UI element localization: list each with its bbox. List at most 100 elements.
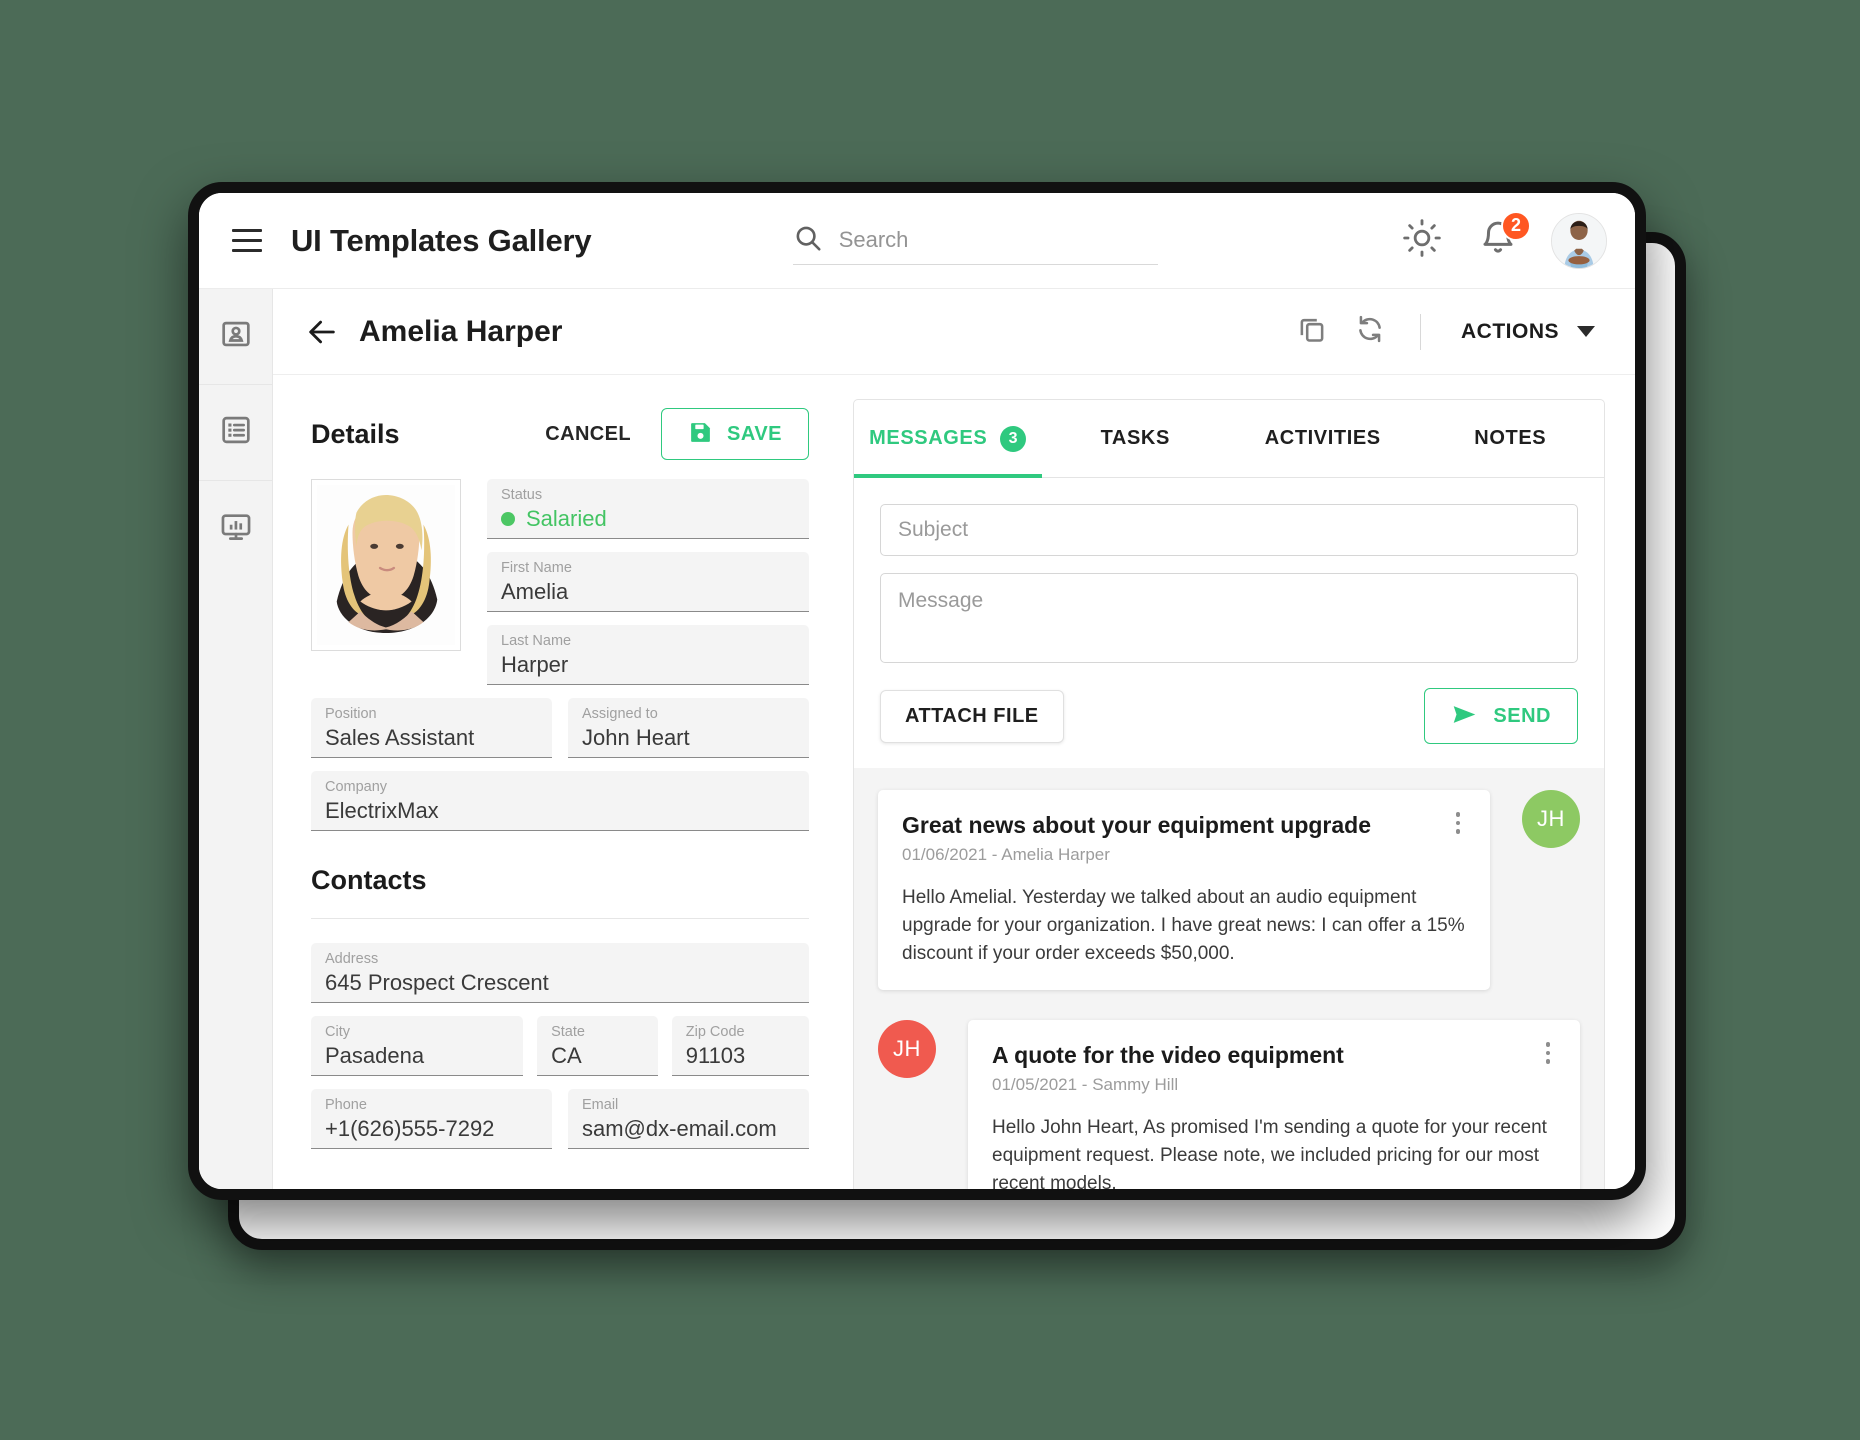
message-meta: 01/06/2021 - Amelia Harper — [902, 845, 1110, 864]
identity-row: Status Salaried First Name Amelia Last N… — [311, 479, 809, 685]
field-status-value-wrap: Salaried — [501, 504, 795, 533]
header-actions: 2 — [1359, 210, 1607, 269]
field-first-name-label: First Name — [501, 560, 572, 576]
send-button[interactable]: SEND — [1424, 688, 1578, 744]
message-avatar: JH — [1522, 790, 1580, 848]
tab-messages[interactable]: MESSAGES 3 — [854, 400, 1042, 478]
tab-bar: MESSAGES 3 TASKS ACTIVITIES NOTES — [854, 400, 1604, 478]
compose-area: ATTACH FILE SEND — [854, 478, 1604, 768]
message-body: Hello Amelial. Yesterday we talked about… — [902, 887, 1465, 964]
dashboard-monitor-icon — [219, 510, 253, 549]
messages-panel: MESSAGES 3 TASKS ACTIVITIES NOTES Subjec… — [839, 375, 1635, 1189]
field-position-label: Position — [325, 706, 377, 722]
message-body: Hello John Heart, As promised I'm sendin… — [992, 1117, 1547, 1189]
field-address-value: 645 Prospect Crescent — [325, 970, 549, 995]
city-state-zip-row: City Pasadena State CA Zip Code 91103 — [311, 1016, 809, 1076]
company-row: Company ElectrixMax — [311, 771, 809, 831]
save-label: SAVE — [727, 422, 782, 445]
app-screen: UI Templates Gallery Search 2 Amelia Har… — [199, 193, 1635, 1189]
chevron-down-icon — [1577, 326, 1595, 337]
copy-icon[interactable] — [1296, 313, 1328, 350]
field-status[interactable]: Status Salaried — [487, 479, 809, 539]
field-last-name[interactable]: Last Name Harper — [487, 625, 809, 685]
page-header: Amelia Harper ACTIONS — [273, 289, 1635, 375]
menu-icon[interactable] — [221, 215, 273, 267]
save-button[interactable]: SAVE — [661, 408, 809, 460]
cancel-button[interactable]: CANCEL — [529, 413, 647, 456]
field-zip-code-label: Zip Code — [685, 1024, 745, 1040]
field-address-label: Address — [325, 951, 379, 967]
sidebar-item-lists[interactable] — [199, 385, 272, 481]
field-first-name[interactable]: First Name Amelia — [487, 552, 809, 612]
screenshot-stage: UI Templates Gallery Search 2 Amelia Har… — [0, 0, 1860, 1440]
device-frame: UI Templates Gallery Search 2 Amelia Har… — [188, 182, 1646, 1200]
search-box[interactable] — [792, 217, 1158, 265]
field-last-name-label: Last Name — [501, 633, 572, 649]
attach-file-button[interactable]: ATTACH FILE — [880, 689, 1064, 743]
message-input[interactable] — [880, 573, 1578, 663]
page-content: Amelia Harper ACTIONS Details CANCEL SAV… — [273, 289, 1635, 1189]
tab-messages-label: MESSAGES — [869, 427, 988, 449]
message-avatar-initials: JH — [893, 1036, 921, 1061]
message-item: Great news about your equipment upgrade … — [878, 790, 1580, 990]
field-address[interactable]: Address 645 Prospect Crescent — [311, 943, 809, 1003]
contacts-divider — [311, 918, 809, 919]
sidebar-item-contacts[interactable] — [199, 289, 272, 385]
tab-tasks[interactable]: TASKS — [1042, 400, 1230, 477]
field-email-label: Email — [582, 1097, 619, 1113]
page-header-actions: ACTIONS — [1296, 312, 1601, 352]
message-header: A quote for the video equipment 01/05/20… — [992, 1040, 1558, 1095]
field-city-label: City — [325, 1024, 350, 1040]
field-assigned-to-value: John Heart — [582, 725, 690, 750]
message-subject: Great news about your equipment upgrade — [902, 812, 1372, 838]
arrow-left-icon[interactable] — [305, 315, 339, 349]
field-phone-label: Phone — [325, 1097, 367, 1113]
position-row: Position Sales Assistant Assigned to Joh… — [311, 698, 809, 758]
field-last-name-value: Harper — [501, 652, 569, 677]
tab-tasks-label: TASKS — [1100, 427, 1170, 449]
field-position[interactable]: Position Sales Assistant — [311, 698, 552, 758]
field-zip-code[interactable]: Zip Code 91103 — [671, 1016, 809, 1076]
field-phone[interactable]: Phone +1(626)555-7292 — [311, 1089, 552, 1149]
message-card[interactable]: A quote for the video equipment 01/05/20… — [968, 1020, 1580, 1189]
search-input[interactable] — [838, 227, 1158, 253]
field-assigned-to[interactable]: Assigned to John Heart — [568, 698, 809, 758]
theme-toggle-button[interactable] — [1399, 218, 1445, 264]
field-company-label: Company — [325, 779, 388, 795]
tabs-card: MESSAGES 3 TASKS ACTIVITIES NOTES Subjec… — [853, 399, 1605, 1189]
tab-messages-badge: 3 — [1000, 425, 1027, 452]
field-zip-code-value: 91103 — [685, 1043, 746, 1068]
subject-input[interactable] — [880, 504, 1578, 556]
field-email[interactable]: Email sam@dx-email.com — [568, 1089, 809, 1149]
notification-badge: 2 — [1500, 210, 1531, 241]
refresh-icon[interactable] — [1354, 313, 1386, 350]
tab-notes[interactable]: NOTES — [1417, 400, 1605, 477]
field-company-value: ElectrixMax — [325, 798, 439, 823]
message-avatar-initials: JH — [1537, 806, 1565, 831]
actions-button[interactable]: ACTIONS — [1455, 312, 1601, 352]
field-company[interactable]: Company ElectrixMax — [311, 771, 809, 831]
tab-activities[interactable]: ACTIVITIES — [1229, 400, 1417, 477]
message-avatar: JH — [878, 1020, 936, 1078]
contact-card-icon — [219, 317, 253, 356]
field-position-value: Sales Assistant — [325, 725, 475, 750]
send-label: SEND — [1493, 704, 1551, 727]
more-vertical-icon[interactable] — [1532, 1040, 1559, 1064]
app-title: UI Templates Gallery — [291, 222, 592, 258]
details-title: Details — [311, 418, 400, 449]
contact-photo — [311, 479, 461, 651]
field-city[interactable]: City Pasadena — [311, 1016, 524, 1076]
field-state[interactable]: State CA — [537, 1016, 658, 1076]
message-meta: 01/05/2021 - Sammy Hill — [992, 1075, 1179, 1094]
field-email-value: sam@dx-email.com — [582, 1116, 777, 1141]
phone-email-row: Phone +1(626)555-7292 Email sam@dx-email… — [311, 1089, 809, 1149]
field-state-value: CA — [551, 1043, 582, 1068]
field-city-value: Pasadena — [325, 1043, 425, 1068]
avatar[interactable] — [1550, 212, 1607, 269]
notifications-button[interactable]: 2 — [1475, 210, 1531, 264]
sidebar-item-dashboard[interactable] — [199, 481, 272, 577]
message-card[interactable]: Great news about your equipment upgrade … — [878, 790, 1490, 990]
more-vertical-icon[interactable] — [1442, 810, 1469, 834]
contact-photo-image — [317, 485, 455, 645]
page-title: Amelia Harper — [359, 314, 563, 348]
